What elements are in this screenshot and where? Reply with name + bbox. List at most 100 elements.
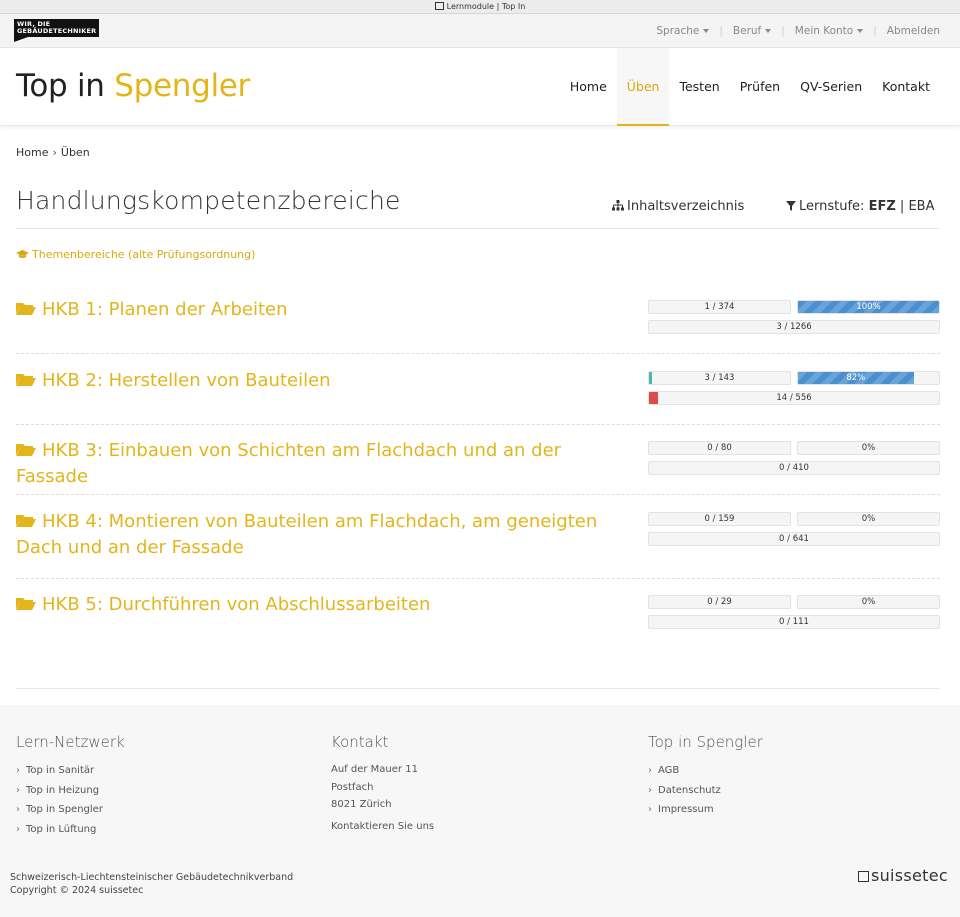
percent-bar: 82% bbox=[797, 371, 940, 385]
caret-down-icon bbox=[857, 29, 864, 33]
total-count-bar: 0 / 641 bbox=[648, 532, 940, 546]
divider bbox=[16, 688, 940, 689]
divider bbox=[16, 228, 940, 229]
hkb-title-link[interactable]: HKB 5: Durchführen von Abschlussarbeiten bbox=[16, 592, 626, 618]
browser-tab-bar: Lernmodule | Top In bbox=[0, 0, 960, 14]
language-menu[interactable]: Sprache bbox=[656, 25, 710, 37]
percent-label: 0% bbox=[861, 597, 876, 607]
profession-menu-label: Beruf bbox=[732, 25, 762, 37]
themes-link[interactable]: Themenbereiche (alte Prüfungsordnung) bbox=[16, 248, 255, 261]
answered-count: 3 / 143 bbox=[704, 373, 735, 383]
chevron-right-icon: › bbox=[648, 784, 652, 796]
total-count: 14 / 556 bbox=[776, 393, 812, 403]
divider bbox=[16, 578, 940, 579]
account-menu[interactable]: Mein Konto bbox=[794, 25, 864, 37]
profession-menu[interactable]: Beruf bbox=[732, 25, 772, 37]
total-count: 0 / 410 bbox=[779, 463, 809, 473]
total-count: 3 / 1266 bbox=[776, 322, 812, 332]
logout-link[interactable]: Abmelden bbox=[887, 25, 940, 37]
account-menu-label: Mein Konto bbox=[794, 25, 854, 37]
footer-link-sanitaer[interactable]: › Top in Sanitär bbox=[16, 761, 125, 781]
filter-icon bbox=[786, 201, 796, 211]
footer-link-privacy[interactable]: › Datenschutz bbox=[648, 781, 763, 801]
percent-label: 100% bbox=[856, 302, 881, 312]
folder-open-icon bbox=[16, 369, 36, 386]
site-header: Top in Spengler Home Üben Testen Prüfen … bbox=[0, 48, 960, 126]
footer-link-heizung[interactable]: › Top in Heizung bbox=[16, 781, 125, 801]
caret-down-icon bbox=[703, 29, 710, 33]
toc-link[interactable]: Inhaltsverzeichnis bbox=[612, 199, 744, 214]
level-eba[interactable]: EBA bbox=[908, 199, 934, 214]
footer-link-imprint[interactable]: › Impressum bbox=[648, 800, 763, 820]
footer-link-spengler[interactable]: › Top in Spengler bbox=[16, 800, 125, 820]
breadcrumb-home[interactable]: Home bbox=[16, 146, 48, 159]
divider bbox=[16, 494, 940, 495]
site-title[interactable]: Top in Spengler bbox=[16, 68, 250, 104]
chevron-right-icon: › bbox=[648, 804, 652, 815]
nav-qv-series[interactable]: QV-Serien bbox=[790, 48, 872, 126]
hkb-title-label: HKB 2: Herstellen von Bauteilen bbox=[42, 370, 331, 391]
toc-link-label: Inhaltsverzeichnis bbox=[627, 199, 745, 214]
nav-test[interactable]: Testen bbox=[669, 48, 729, 126]
suissetec-logo[interactable]: WIR, DIE GEBÄUDETECHNIKER bbox=[14, 19, 100, 42]
chevron-right-icon: › bbox=[648, 765, 652, 776]
total-count-bar: 0 / 410 bbox=[648, 461, 940, 475]
suissetec-brand-link[interactable]: suissetec bbox=[857, 866, 948, 885]
divider: | bbox=[719, 25, 723, 37]
level-label: Lernstufe: bbox=[799, 199, 865, 214]
sitemap-icon bbox=[612, 200, 624, 211]
footer-network: Lern-Netzwerk › Top in Sanitär › Top in He… bbox=[16, 733, 125, 839]
nav-contact[interactable]: Kontakt bbox=[872, 48, 940, 126]
percent-label: 0% bbox=[861, 443, 876, 453]
chevron-right-icon: › bbox=[52, 146, 57, 159]
hkb-title-label: HKB 5: Durchführen von Abschlussarbeiten bbox=[42, 594, 431, 615]
divider bbox=[16, 424, 940, 425]
nav-home[interactable]: Home bbox=[560, 48, 617, 126]
hkb-title-link[interactable]: HKB 4: Montieren von Bauteilen am Flachd… bbox=[16, 509, 626, 561]
folder-open-icon bbox=[16, 510, 36, 527]
hkb-title-link[interactable]: HKB 1: Planen der Arbeiten bbox=[16, 297, 626, 323]
hkb-title-link[interactable]: HKB 3: Einbauen von Schichten am Flachda… bbox=[16, 438, 626, 490]
footer-link-label: Datenschutz bbox=[658, 784, 721, 796]
hkb-title-link[interactable]: HKB 2: Herstellen von Bauteilen bbox=[16, 368, 626, 394]
divider bbox=[16, 353, 940, 354]
progress-fill bbox=[649, 392, 658, 404]
percent-bar: 0% bbox=[797, 441, 940, 455]
language-menu-label: Sprache bbox=[656, 25, 700, 37]
chevron-right-icon: › bbox=[16, 804, 20, 815]
footer: Lern-Netzwerk › Top in Sanitär › Top in He… bbox=[0, 705, 960, 917]
footer-link-label: Top in Lüftung bbox=[26, 823, 97, 835]
address-line: 8021 Zürich bbox=[331, 799, 392, 810]
footer-link-label: Impressum bbox=[658, 804, 714, 815]
top-links: Sprache | Beruf | Mein Konto | Abmelden bbox=[656, 14, 940, 48]
folder-open-icon bbox=[16, 593, 36, 610]
hkb-title-label: HKB 1: Planen der Arbeiten bbox=[42, 299, 288, 320]
footer-contact-heading: Kontakt bbox=[331, 733, 389, 751]
level-efz[interactable]: EFZ bbox=[869, 199, 896, 214]
footer-link-label: Top in Spengler bbox=[26, 804, 103, 815]
org-name: Schweizerisch-Liechtensteinischer Gebäud… bbox=[10, 872, 294, 883]
nav-exam[interactable]: Prüfen bbox=[730, 48, 790, 126]
nav-practice[interactable]: Üben bbox=[616, 48, 670, 126]
answered-count-bar: 0 / 29 bbox=[648, 595, 791, 609]
footer-link-lueftung[interactable]: › Top in Lüftung bbox=[16, 820, 125, 840]
total-count-bar: 0 / 111 bbox=[648, 615, 940, 629]
divider: | bbox=[781, 25, 785, 37]
chevron-right-icon: › bbox=[16, 784, 20, 796]
footer-site-links: Top in Spengler › AGB › Datenschutz › Impre… bbox=[648, 733, 763, 820]
footer-site-heading: Top in Spengler bbox=[648, 733, 763, 751]
main-nav: Home Üben Testen Prüfen QV-Serien Kontak… bbox=[560, 48, 940, 126]
answered-count: 1 / 374 bbox=[704, 302, 735, 312]
footer-contact: Kontakt Auf der Mauer 11 Postfach 8021 Z… bbox=[331, 733, 434, 835]
percent-label: 82% bbox=[846, 373, 866, 383]
footer-link-agb[interactable]: › AGB bbox=[648, 761, 763, 781]
contact-us-link[interactable]: Kontaktieren Sie uns bbox=[331, 818, 434, 836]
divider: | bbox=[873, 25, 877, 37]
chevron-right-icon: › bbox=[16, 823, 20, 835]
footer-network-heading: Lern-Netzwerk bbox=[16, 733, 125, 751]
brand-label: suissetec bbox=[870, 866, 948, 885]
total-count-bar: 14 / 556 bbox=[648, 391, 940, 405]
percent-bar: 0% bbox=[797, 595, 940, 609]
folder-open-icon bbox=[16, 298, 36, 315]
themes-link-label: Themenbereiche (alte Prüfungsordnung) bbox=[32, 248, 256, 261]
